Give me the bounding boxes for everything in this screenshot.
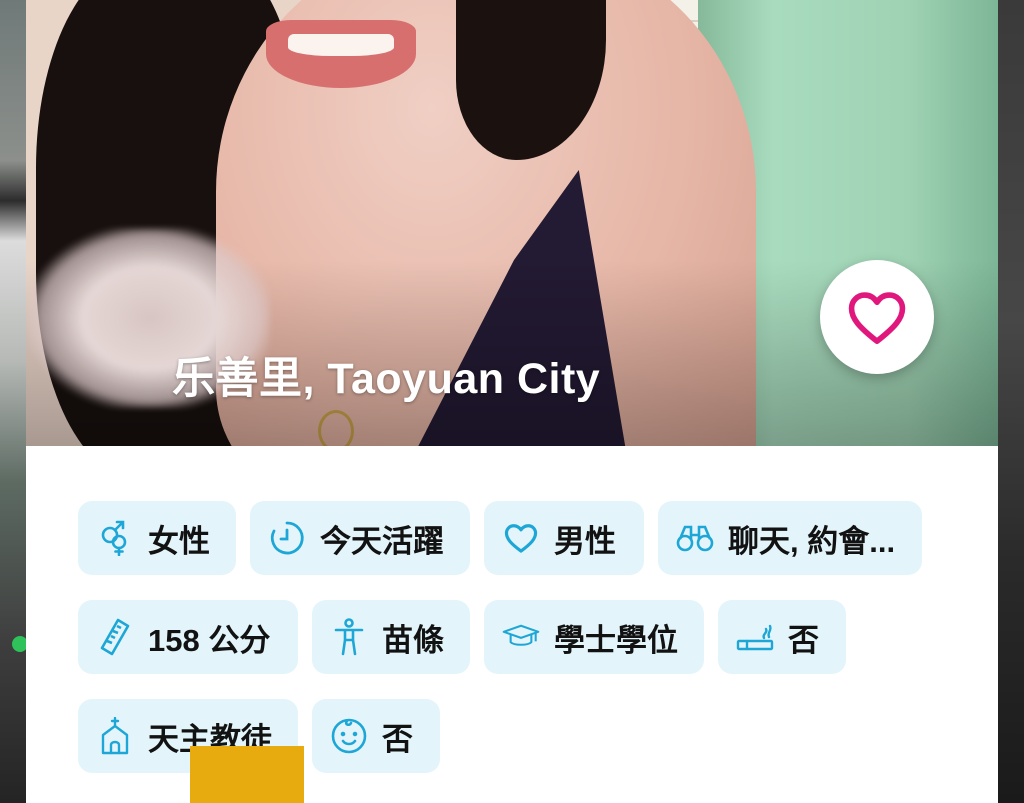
heart-outline-icon: [848, 292, 906, 344]
tag-body-type: 苗條: [312, 600, 470, 674]
tag-intent: 聊天, 約會...: [658, 501, 922, 575]
previous-card-edge[interactable]: [0, 0, 28, 803]
cigarette-icon: [736, 618, 774, 656]
profile-photo[interactable]: 乐善里, Taoyuan City: [26, 0, 998, 446]
clock-icon: [268, 519, 306, 557]
redaction-sticker: [190, 746, 304, 803]
tag-height: 158 公分: [78, 600, 298, 674]
tag-activity: 今天活躍: [250, 501, 470, 575]
tag-education: 學士學位: [484, 600, 704, 674]
gender-icon: [96, 519, 134, 557]
tag-label: 男性: [554, 523, 616, 559]
profile-tags: 女性 今天活躍 男性 聊天, 約會... 158 公分 苗條 學士學位 否 天主…: [26, 446, 998, 803]
tag-looking-for: 男性: [484, 501, 644, 575]
tag-children: 否: [312, 699, 440, 773]
tag-label: 聊天, 約會...: [728, 523, 896, 559]
like-button[interactable]: [820, 260, 934, 374]
tag-label: 苗條: [382, 622, 444, 658]
tag-smoking: 否: [718, 600, 846, 674]
graduation-cap-icon: [502, 618, 540, 656]
tag-label: 否: [382, 721, 413, 757]
ruler-icon: [96, 618, 134, 656]
tag-label: 否: [788, 622, 819, 658]
tag-label: 今天活躍: [320, 523, 444, 559]
next-card-edge[interactable]: [998, 0, 1024, 803]
binoculars-icon: [676, 519, 714, 557]
church-icon: [96, 717, 134, 755]
heart-icon: [502, 519, 540, 557]
tag-label: 學士學位: [554, 622, 678, 658]
baby-icon: [330, 717, 368, 755]
tag-label: 女性: [148, 523, 210, 559]
tag-gender: 女性: [78, 501, 236, 575]
tag-label: 158 公分: [148, 622, 271, 658]
profile-card: 乐善里, Taoyuan City 女性 今天活躍 男性 聊天, 約會... 1…: [26, 0, 998, 803]
body-icon: [330, 618, 368, 656]
profile-location: 乐善里, Taoyuan City: [172, 355, 601, 403]
